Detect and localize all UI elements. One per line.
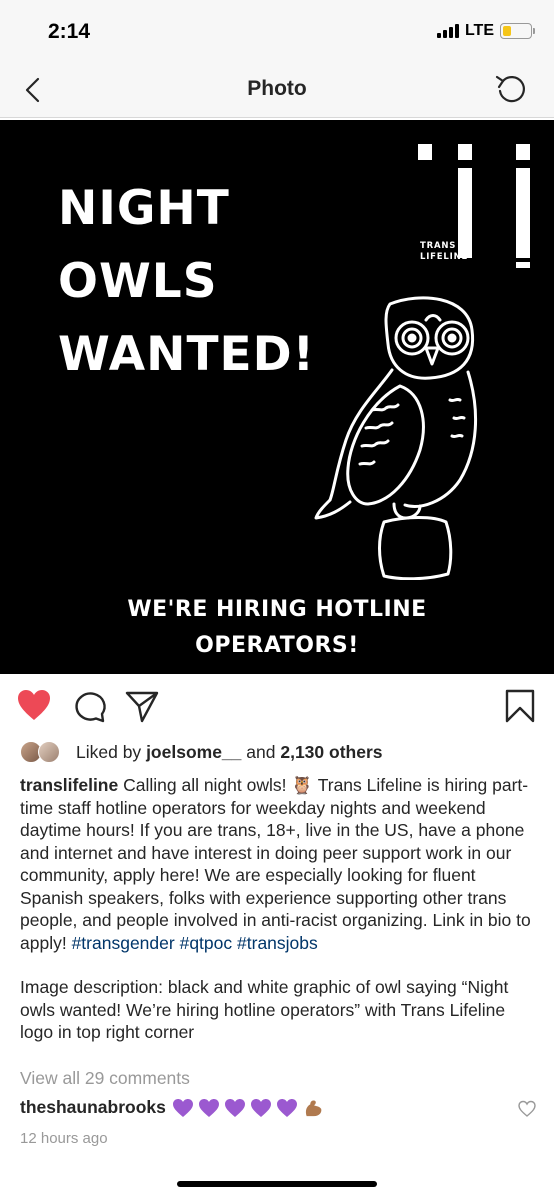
caption-username[interactable]: translifeline (20, 775, 118, 795)
liker-username[interactable]: joelsome__ (146, 742, 241, 763)
like-heart-icon[interactable] (16, 688, 52, 724)
likes-count[interactable]: 2,130 others (280, 742, 382, 763)
image-description: Image description: black and white graph… (20, 977, 509, 1042)
purple-heart-icon (224, 1098, 245, 1117)
post-timestamp: 12 hours ago (20, 1130, 108, 1147)
caption-hashtags: #transgender #qtpoc #transjobs (72, 933, 318, 953)
logo-text: TRANS LIFELINE (420, 241, 469, 262)
home-indicator (177, 1181, 377, 1187)
refresh-icon[interactable] (494, 72, 528, 106)
avatar (38, 741, 60, 763)
post-image[interactable]: NIGHT OWLS WANTED! TRANS LIFELINE WE'RE … (0, 120, 554, 674)
likes-middle: and (246, 741, 276, 762)
image-headline: NIGHT OWLS WANTED! (58, 172, 315, 391)
liker-avatars (20, 741, 66, 763)
battery-icon (500, 23, 535, 39)
hashtag-link[interactable]: #qtpoc (180, 933, 233, 953)
likes-prefix: Liked by (76, 741, 142, 762)
likes-summary[interactable]: Liked by joelsome__ and 2,130 others (20, 740, 382, 764)
comment-like-icon[interactable] (518, 1100, 536, 1118)
headline-line: OWLS (58, 254, 218, 309)
network-label: LTE (464, 22, 494, 39)
purple-heart-icon (276, 1098, 297, 1117)
comment-emoji (172, 1098, 324, 1118)
flexed-biceps-icon (305, 1099, 322, 1116)
share-icon[interactable] (124, 688, 160, 724)
hashtag-link[interactable]: #transgender (72, 933, 175, 953)
status-bar: 2:14 LTE (0, 0, 554, 62)
status-time: 2:14 (48, 20, 91, 43)
post-caption: translifeline Calling all night owls! 🦉 … (20, 774, 540, 1044)
image-subline: WE'RE HIRING HOTLINE OPERATORS! (127, 597, 427, 658)
hashtag-link[interactable]: #transjobs (237, 933, 318, 953)
purple-heart-icon (198, 1098, 219, 1117)
status-indicators: LTE (436, 22, 535, 40)
nav-header: Photo (0, 62, 554, 118)
comment-icon[interactable] (72, 688, 108, 724)
headline-line: NIGHT (58, 181, 230, 236)
caption-text: Calling all night owls! 🦉 Trans Lifeline… (20, 775, 531, 953)
bookmark-icon[interactable] (502, 688, 538, 724)
battery-level (503, 26, 511, 36)
comment-username[interactable]: theshaunabrooks (20, 1097, 166, 1118)
comment-row: theshaunabrooks (20, 1097, 324, 1118)
signal-icon (436, 24, 459, 38)
headline-line: WANTED! (58, 327, 316, 382)
purple-heart-icon (172, 1098, 193, 1117)
action-bar (0, 686, 554, 730)
owl-illustration (314, 296, 477, 580)
view-all-comments-link[interactable]: View all 29 comments (20, 1068, 190, 1089)
page-title: Photo (247, 77, 307, 100)
purple-heart-icon (250, 1098, 271, 1117)
